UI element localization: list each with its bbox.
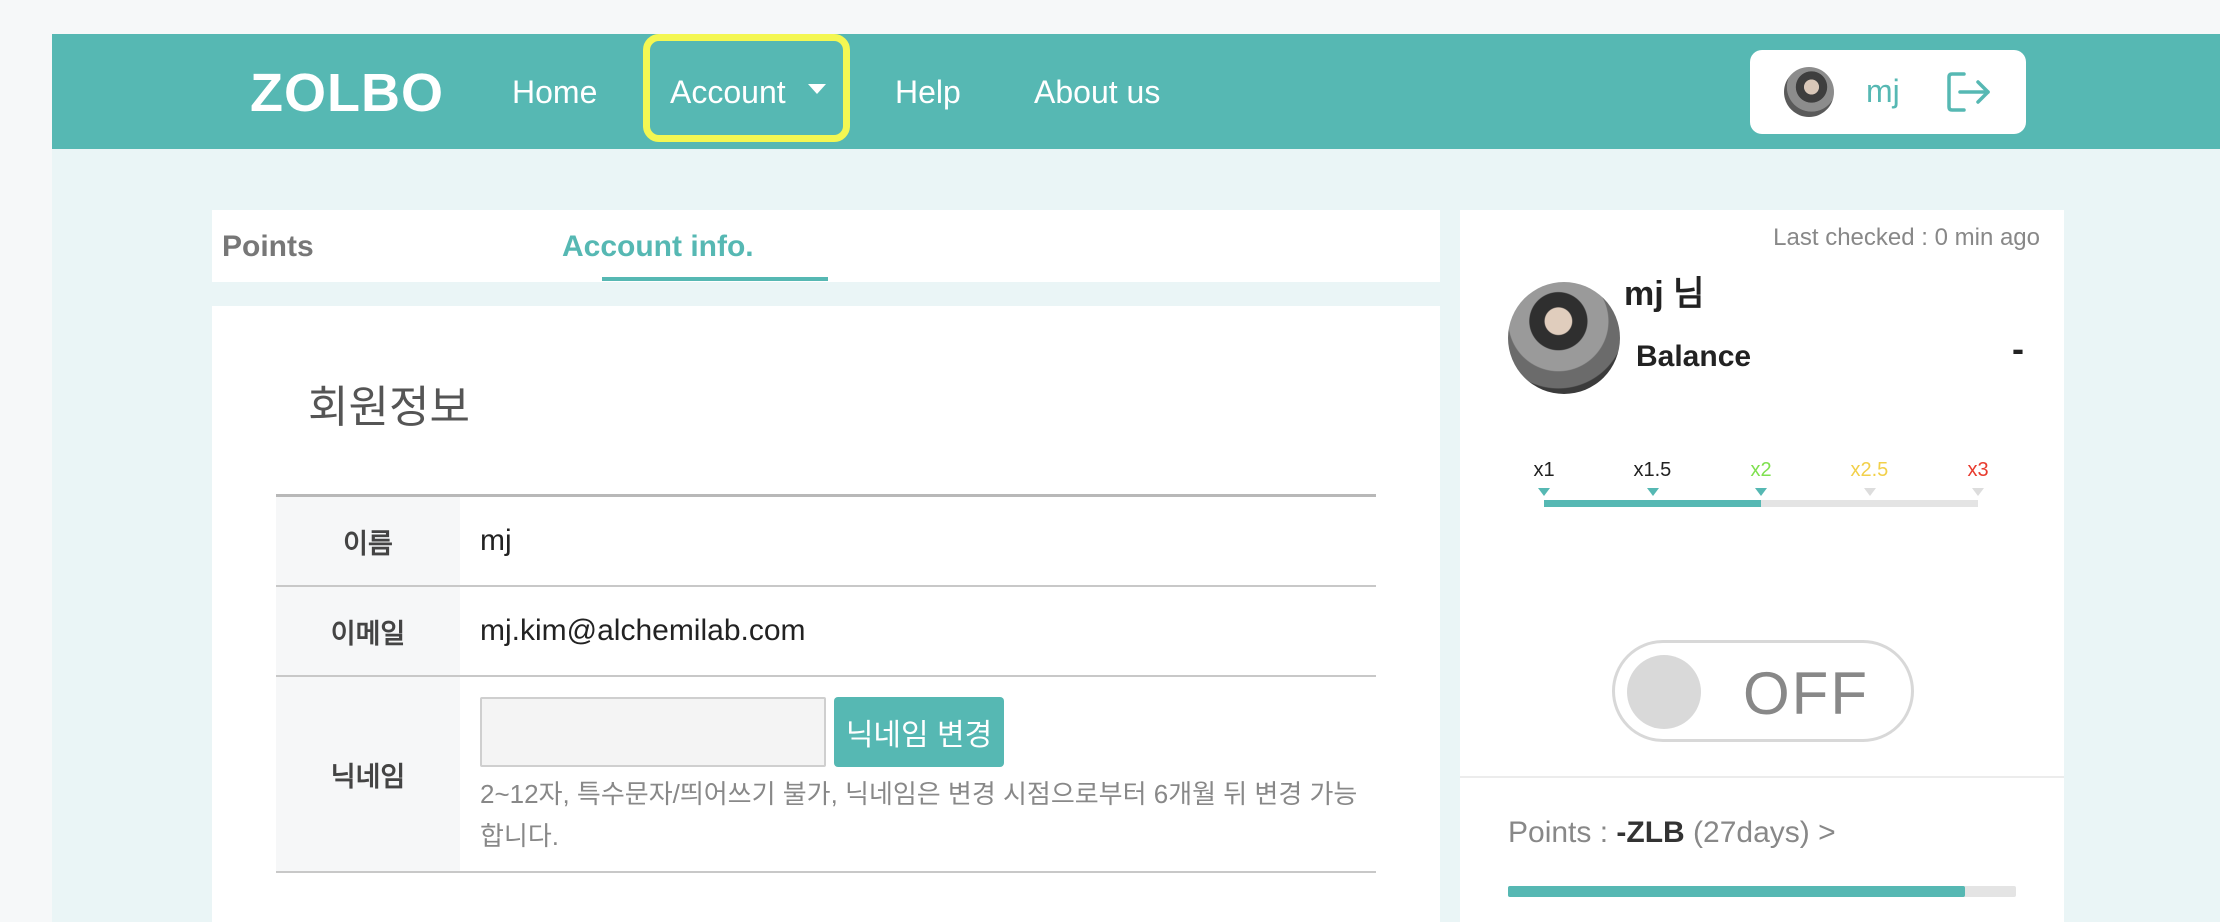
points-suffix: (27days) >	[1684, 816, 1836, 849]
multiplier-label-3: x2.5	[1850, 459, 1889, 481]
tab-points[interactable]: Points	[222, 232, 314, 262]
toggle-label: OFF	[1743, 660, 1869, 727]
multiplier-label-0: x1	[1533, 459, 1555, 481]
user-name[interactable]: mj	[1866, 73, 1900, 110]
nav-help-link[interactable]: Help	[895, 76, 961, 108]
nav-about-link[interactable]: About us	[1034, 76, 1160, 108]
balance-label: Balance	[1636, 340, 1752, 373]
toggle-knob[interactable]	[1627, 655, 1701, 729]
logout-icon[interactable]	[1946, 70, 1992, 114]
nickname-cell: 닉네임 변경 2~12자, 특수문자/띄어쓰기 불가, 닉네임은 변경 시점으로…	[460, 677, 1376, 871]
auto-toggle[interactable]: OFF	[1612, 640, 1914, 742]
multiplier-track	[1544, 500, 1978, 507]
multiplier-marker-icon	[1755, 488, 1767, 496]
active-tab-indicator	[602, 277, 828, 281]
account-info-table: 이름 mj 이메일 mj.kim@alchemilab.com 닉네임 닉네임 …	[276, 494, 1376, 873]
caret-down-icon[interactable]	[808, 84, 826, 94]
row-label-name: 이름	[276, 497, 460, 585]
multiplier-marker-icon	[1863, 488, 1876, 496]
balance-panel: Last checked : 0 min ago mj 님 Balance - …	[1460, 210, 2064, 922]
account-info-card: 회원정보 이름 mj 이메일 mj.kim@alchemilab.com 닉네임…	[212, 306, 1440, 922]
points-prefix: Points :	[1508, 816, 1617, 849]
profile-avatar	[1508, 282, 1620, 394]
multiplier-progress	[1544, 500, 1761, 507]
row-value-email: mj.kim@alchemilab.com	[480, 614, 806, 647]
user-avatar[interactable]	[1784, 67, 1834, 117]
page-title: 회원정보	[308, 383, 470, 432]
points-value: -ZLB	[1616, 816, 1685, 849]
nav-home-link[interactable]: Home	[512, 76, 597, 108]
points-progress-track	[1508, 886, 2016, 897]
multiplier-marker-icon	[1972, 488, 1984, 496]
top-navbar: ZOLBO Home Account Help About us mj	[52, 34, 2220, 149]
nickname-help-text: 2~12자, 특수문자/띄어쓰기 불가, 닉네임은 변경 시점으로부터 6개월 …	[480, 779, 1358, 851]
table-row-nickname: 닉네임 닉네임 변경 2~12자, 특수문자/띄어쓰기 불가, 닉네임은 변경 …	[276, 677, 1376, 873]
multiplier-marker-icon	[1646, 488, 1659, 496]
table-row-email: 이메일 mj.kim@alchemilab.com	[276, 587, 1376, 677]
tab-bar: Points Account info.	[212, 210, 1440, 282]
points-progress-fill	[1508, 886, 1966, 897]
table-row-name: 이름 mj	[276, 497, 1376, 587]
tab-account-info[interactable]: Account info.	[562, 232, 754, 262]
multiplier-label-2: x2	[1750, 459, 1772, 481]
multiplier-label-4: x3	[1967, 459, 1989, 481]
balance-value: -	[2012, 328, 2024, 369]
divider	[1460, 776, 2064, 778]
last-checked-text: Last checked : 0 min ago	[1773, 224, 2040, 251]
multiplier-marker-icon	[1538, 488, 1550, 496]
nickname-input[interactable]	[480, 697, 826, 767]
row-value-name: mj	[480, 524, 512, 557]
page: ZOLBO Home Account Help About us mj Poin…	[52, 34, 2220, 922]
row-label-email: 이메일	[276, 587, 460, 675]
points-summary-link[interactable]: Points : -ZLB (27days) >	[1508, 816, 1836, 850]
user-menu: mj	[1750, 50, 2026, 134]
change-nickname-button[interactable]: 닉네임 변경	[834, 697, 1004, 767]
greeting: mj 님	[1624, 275, 1705, 313]
nav-account-dropdown[interactable]: Account	[670, 76, 786, 108]
brand-logo[interactable]: ZOLBO	[250, 66, 444, 120]
row-label-nickname: 닉네임	[276, 677, 460, 871]
multiplier-label-1: x1.5	[1633, 459, 1672, 481]
